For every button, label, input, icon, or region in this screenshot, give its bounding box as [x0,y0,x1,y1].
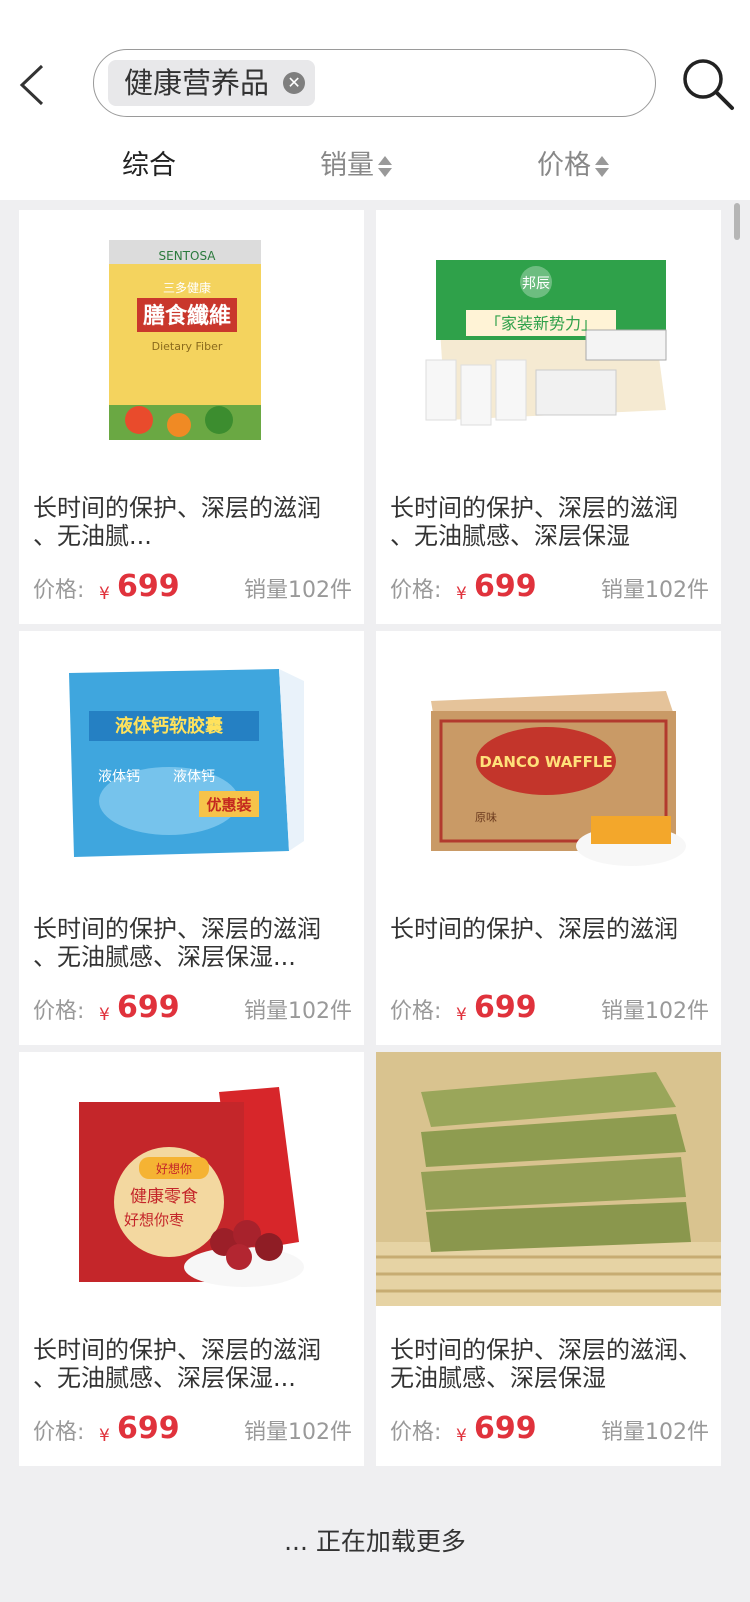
search-icon[interactable] [680,56,736,112]
price-label: 价格: [390,578,442,603]
label-text: 原味 [475,811,497,824]
product-title: 长时间的保护、深层的滋润 、无油腻感、深层保湿... [33,915,321,971]
sort-arrows-icon [378,155,392,178]
product-card[interactable]: SENTOSA 三多健康 膳食纖維 Dietary Fiber 长时间的保护、深… [19,210,364,624]
sort-arrows-icon [595,155,609,178]
price-label: 价格: [390,999,442,1024]
sales-count: 销量102件 [244,999,352,1024]
sales-count: 销量102件 [601,999,709,1024]
product-card[interactable]: 好想你 健康零食 好想你枣 长时间的保护、深层的滋润 、无油腻感、深层保湿...… [19,1052,364,1466]
label-text: 液体钙 [173,769,215,785]
clear-tag-icon[interactable]: ✕ [283,72,306,94]
product-price: 699 [117,569,180,604]
product-image-green-cakes [376,1052,721,1306]
label-text: 优惠装 [206,796,252,814]
label-text: 「家装新势力」 [485,314,597,333]
product-card[interactable]: 长时间的保护、深层的滋润、 无油腻感、深层保湿 价格: ¥ 699 销量102件 [376,1052,721,1466]
product-title: 长时间的保护、深层的滋润 、无油腻感、深层保湿 [390,494,678,550]
label-text: 好想你枣 [124,1211,184,1229]
label-text: Dietary Fiber [152,340,223,353]
product-title: 长时间的保护、深层的滋润 、无油腻感、深层保湿... [33,1336,321,1392]
product-price: 699 [474,1411,537,1446]
currency-symbol: ¥ [456,1005,467,1025]
product-price: 699 [117,1411,180,1446]
brand-text: 邦辰 [522,276,550,292]
currency-symbol: ¥ [99,584,110,604]
scrollbar[interactable] [734,203,740,240]
brand-text: SENTOSA [159,249,217,263]
product-image-dates-bag: 好想你 健康零食 好想你枣 [19,1052,364,1306]
label-text: 膳食纖維 [143,303,231,329]
product-image-box: 邦辰 「家装新势力」 [376,210,721,464]
label-text: 健康零食 [130,1187,198,1207]
currency-symbol: ¥ [99,1005,110,1025]
price-label: 价格: [33,578,85,603]
sales-count: 销量102件 [601,1420,709,1445]
search-tag-label: 健康营养品 [124,66,270,100]
search-input[interactable]: 健康营养品 ✕ [93,49,656,117]
currency-symbol: ¥ [99,1426,110,1446]
price-label: 价格: [33,1420,85,1445]
top-bar: 健康营养品 ✕ 综合 销量 价格 [0,0,750,200]
tab-price[interactable]: 价格 [537,140,609,192]
sort-tabs: 综合 销量 价格 [0,140,750,192]
brand-text: 好想你 [156,1161,192,1176]
product-price: 699 [474,990,537,1025]
product-card[interactable]: 液体钙软胶囊 液体钙 液体钙 优惠装 长时间的保护、深层的滋润 、无油腻感、深层… [19,631,364,1045]
product-price: 699 [474,569,537,604]
label-text: 液体钙软胶囊 [115,715,224,737]
product-card[interactable]: 邦辰 「家装新势力」 长时间的保护、深层的滋润 、无油腻感、深层保湿 价格: ¥… [376,210,721,624]
product-price: 699 [117,990,180,1025]
price-label: 价格: [390,1420,442,1445]
loading-more-text: ... 正在加载更多 [284,1527,466,1556]
product-image-waffle-box: DANCO WAFFLE 原味 [376,631,721,885]
product-card[interactable]: DANCO WAFFLE 原味 长时间的保护、深层的滋润 价格: ¥ 699 销… [376,631,721,1045]
currency-symbol: ¥ [456,584,467,604]
product-title: 长时间的保护、深层的滋润、 无油腻感、深层保湿 [390,1336,702,1392]
sales-count: 销量102件 [601,578,709,603]
product-image-calcium-box: 液体钙软胶囊 液体钙 液体钙 优惠装 [19,631,364,885]
label-text: DANCO WAFFLE [479,753,612,771]
label-text: 三多健康 [163,280,211,295]
currency-symbol: ¥ [456,1426,467,1446]
search-tag[interactable]: 健康营养品 ✕ [108,60,316,106]
back-arrow-icon[interactable] [14,60,54,110]
sales-count: 销量102件 [244,578,352,603]
product-image-fiber-can: SENTOSA 三多健康 膳食纖維 Dietary Fiber [19,210,364,464]
tab-sales[interactable]: 销量 [320,140,392,192]
price-label: 价格: [33,999,85,1024]
label-text: 液体钙 [98,769,140,785]
product-title: 长时间的保护、深层的滋润 [390,915,678,943]
product-title: 长时间的保护、深层的滋润 、无油腻... [33,494,321,550]
tab-comprehensive[interactable]: 综合 [122,140,176,192]
sales-count: 销量102件 [244,1420,352,1445]
